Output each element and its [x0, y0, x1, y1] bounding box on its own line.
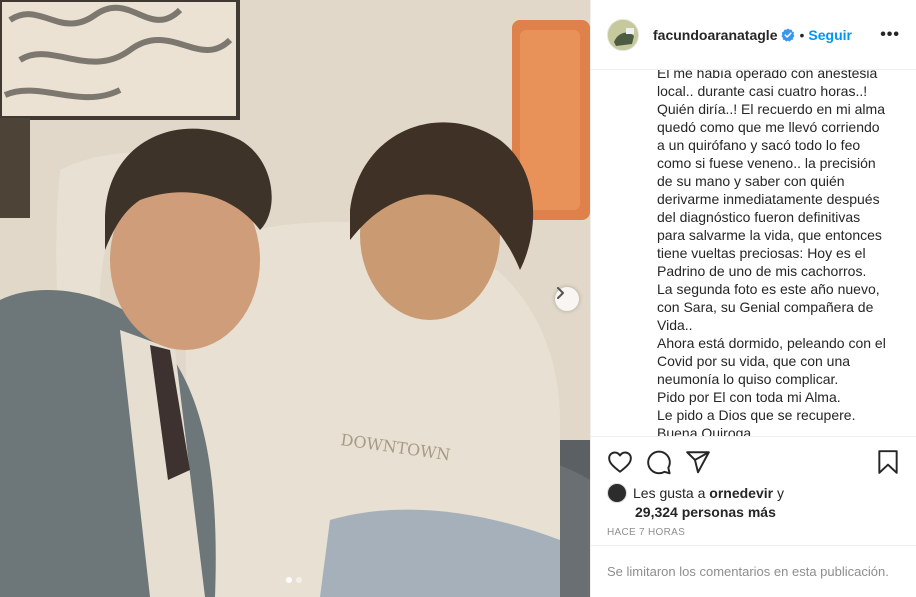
likes-summary: Les gusta a ornedevir y 29,324 personas … — [607, 483, 907, 522]
more-options-button[interactable]: ••• — [880, 26, 900, 44]
post-header: facundoaranatagle • Seguir ••• — [591, 0, 916, 70]
chevron-right-icon — [557, 287, 564, 299]
post-photo[interactable]: DOWNTOWN — [0, 0, 590, 597]
header-separator: • — [799, 26, 805, 43]
post-actions-bar — [591, 436, 916, 488]
heart-icon[interactable] — [607, 449, 633, 475]
carousel-dot-active — [286, 577, 292, 583]
caption-text: El me había operado con anestesia local.… — [657, 70, 886, 436]
likes-conjunction: y — [776, 485, 784, 501]
comment-icon[interactable] — [646, 449, 672, 475]
carousel-indicator — [286, 577, 302, 583]
likes-prefix: Les gusta a — [633, 485, 706, 501]
follow-button[interactable]: Seguir — [808, 27, 852, 43]
avatar[interactable] — [607, 18, 639, 51]
post-side-panel: facundoaranatagle • Seguir ••• El me hab… — [590, 0, 916, 597]
carousel-next-button[interactable] — [555, 287, 579, 311]
avatar-image — [608, 19, 638, 50]
username-link[interactable]: facundoaranatagle — [653, 27, 777, 43]
carousel-dot — [296, 577, 302, 583]
liker-avatar[interactable] — [607, 483, 627, 503]
photo-illustration: DOWNTOWN — [0, 0, 590, 597]
share-icon[interactable] — [685, 449, 711, 475]
post-timestamp[interactable]: HACE 7 HORAS — [607, 527, 685, 538]
likes-count-link[interactable]: 29,324 personas más — [635, 503, 907, 522]
comments-disabled-notice: Se limitaron los comentarios en esta pub… — [591, 545, 916, 597]
post-caption: El me había operado con anestesia local.… — [591, 70, 916, 436]
bookmark-icon[interactable] — [875, 449, 901, 475]
liker-username-link[interactable]: ornedevir — [709, 485, 773, 501]
verified-badge-icon — [781, 28, 795, 42]
